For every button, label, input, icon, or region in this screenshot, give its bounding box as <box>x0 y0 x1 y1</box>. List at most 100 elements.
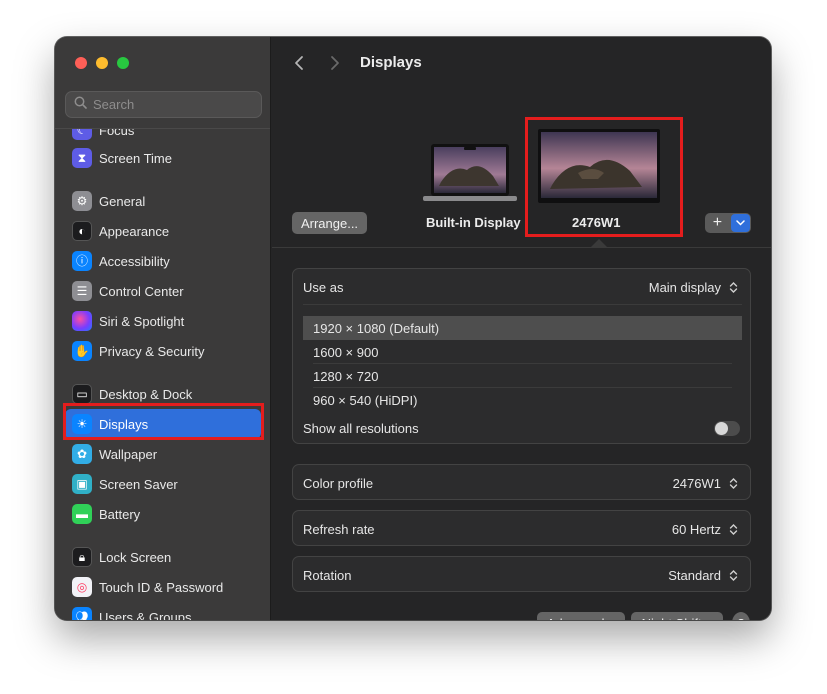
flower-icon: ✿ <box>72 444 92 464</box>
rotation-value: Standard <box>668 567 721 583</box>
main-pane: Displays Built-in Display 2476W1 Arrange… <box>272 37 771 620</box>
search-field[interactable] <box>65 91 262 118</box>
add-display-button[interactable]: + <box>705 213 751 233</box>
updown-chevron-icon <box>727 475 740 492</box>
show-all-resolutions-toggle[interactable] <box>714 420 740 436</box>
refresh-rate-label: Refresh rate <box>303 521 375 537</box>
divider <box>303 304 742 305</box>
sidebar-item-lock-screen[interactable]: 🔒︎ Lock Screen <box>65 542 261 572</box>
sidebar-item-appearance[interactable]: ◐ Appearance <box>65 216 261 246</box>
refresh-rate-value: 60 Hertz <box>671 521 721 537</box>
rotation-label: Rotation <box>303 567 352 583</box>
battery-icon: ▬ <box>72 504 92 524</box>
use-as-label: Use as <box>303 279 344 295</box>
rotation-popup[interactable]: Standard <box>668 567 740 584</box>
search-input[interactable] <box>93 97 253 112</box>
sidebar-item-desktop-dock[interactable]: ▭ Desktop & Dock <box>65 379 261 409</box>
updown-chevron-icon <box>727 521 740 538</box>
updown-chevron-icon <box>727 279 740 296</box>
sidebar-item-label: Privacy & Security <box>99 343 205 359</box>
sidebar-item-users-groups[interactable]: 👥︎ Users & Groups <box>65 602 261 620</box>
sidebar-item-label: Screen Saver <box>99 476 178 492</box>
resolution-option[interactable]: 960 × 540 (HiDPI) <box>303 388 742 412</box>
sidebar-item-label: Siri & Spotlight <box>99 313 185 329</box>
updown-chevron-icon <box>727 567 740 584</box>
sidebar-item-touch-id[interactable]: ◎ Touch ID & Password <box>65 572 261 602</box>
close-button[interactable] <box>75 57 87 69</box>
hand-icon: ✋ <box>72 341 92 361</box>
toggles-icon: ☰ <box>72 281 92 301</box>
built-in-display-thumbnail[interactable] <box>423 142 517 204</box>
minimize-button[interactable] <box>96 57 108 69</box>
sidebar-item-privacy-security[interactable]: ✋ Privacy & Security <box>65 336 261 366</box>
hourglass-icon: ⧗ <box>72 148 92 168</box>
external-display-thumbnail[interactable] <box>538 129 660 203</box>
sidebar-item-screen-time[interactable]: ⧗ Screen Time <box>65 143 261 173</box>
use-as-popup[interactable]: Main display <box>649 279 740 296</box>
zoom-button[interactable] <box>117 57 129 69</box>
sun-icon: ☀ <box>72 414 92 434</box>
sidebar: ☾ Focus ⧗ Screen Time ⚙ General ◐ Appear… <box>55 37 271 620</box>
resolution-option-selected[interactable]: 1920 × 1080 (Default) <box>303 316 742 340</box>
rotation-group: Rotation Standard <box>292 556 751 592</box>
built-in-display-label[interactable]: Built-in Display <box>426 215 521 230</box>
selection-caret <box>591 239 607 247</box>
chevron-left-icon <box>295 56 303 70</box>
resolution-option[interactable]: 1280 × 720 <box>303 364 742 388</box>
screensaver-icon: ▣ <box>72 474 92 494</box>
plus-icon: + <box>712 214 723 231</box>
chevron-right-icon <box>331 56 339 70</box>
window-controls <box>75 57 129 69</box>
show-all-resolutions-label: Show all resolutions <box>303 420 419 436</box>
sidebar-item-wallpaper[interactable]: ✿ Wallpaper <box>65 439 261 469</box>
color-profile-label: Color profile <box>303 475 374 491</box>
gear-icon: ⚙ <box>72 191 92 211</box>
sidebar-item-label: Appearance <box>99 223 170 239</box>
resolution-option[interactable]: 1600 × 900 <box>303 340 742 364</box>
refresh-rate-row: Refresh rate 60 Hertz <box>293 511 750 547</box>
sidebar-item-screen-saver[interactable]: ▣ Screen Saver <box>65 469 261 499</box>
sidebar-item-label: Screen Time <box>99 150 172 166</box>
use-as-value: Main display <box>648 279 721 295</box>
back-button[interactable] <box>288 51 310 75</box>
sidebar-item-label: Users & Groups <box>99 609 192 621</box>
use-as-group: Use as Main display 1920 × 1080 (Default… <box>292 268 751 444</box>
sidebar-item-label: Focus <box>99 128 135 138</box>
show-all-resolutions-row: Show all resolutions <box>293 410 750 446</box>
night-shift-button[interactable]: Night Shift... <box>631 612 723 620</box>
sidebar-item-label: Accessibility <box>99 253 170 269</box>
color-profile-popup[interactable]: 2476W1 <box>673 475 740 492</box>
advanced-button[interactable]: Advanced... <box>537 612 625 620</box>
arrange-button[interactable]: Arrange... <box>292 212 367 234</box>
divider <box>272 247 771 248</box>
users-icon: 👥︎ <box>72 607 92 620</box>
refresh-rate-group: Refresh rate 60 Hertz <box>292 510 751 546</box>
refresh-rate-popup[interactable]: 60 Hertz <box>672 521 740 538</box>
sidebar-item-control-center[interactable]: ☰ Control Center <box>65 276 261 306</box>
use-as-row: Use as Main display <box>293 269 750 305</box>
sidebar-item-displays[interactable]: ☀ Displays <box>65 409 261 439</box>
sidebar-item-label: Battery <box>99 506 141 522</box>
siri-icon <box>72 311 92 331</box>
sidebar-item-siri-spotlight[interactable]: Siri & Spotlight <box>65 306 261 336</box>
sidebar-item-accessibility[interactable]: ⓘ Accessibility <box>65 246 261 276</box>
page-title: Displays <box>360 54 422 71</box>
sidebar-item-label: Touch ID & Password <box>99 579 224 595</box>
sidebar-list[interactable]: ☾ Focus ⧗ Screen Time ⚙ General ◐ Appear… <box>55 128 270 620</box>
sidebar-item-label: General <box>99 193 146 209</box>
chevron-down-icon[interactable] <box>730 214 750 232</box>
forward-button[interactable] <box>324 51 346 75</box>
help-button[interactable]: ? <box>732 612 750 620</box>
sidebar-item-label: Desktop & Dock <box>99 386 193 402</box>
color-profile-row: Color profile 2476W1 <box>293 465 750 501</box>
sidebar-item-label: Wallpaper <box>99 446 158 462</box>
rotation-row: Rotation Standard <box>293 557 750 593</box>
sidebar-item-battery[interactable]: ▬ Battery <box>65 499 261 529</box>
search-icon <box>74 96 87 114</box>
external-display-label[interactable]: 2476W1 <box>572 215 620 230</box>
accessibility-icon: ⓘ <box>72 251 92 271</box>
lock-icon: 🔒︎ <box>72 547 92 567</box>
sidebar-item-label: Lock Screen <box>99 549 172 565</box>
appearance-icon: ◐ <box>72 221 92 241</box>
sidebar-item-general[interactable]: ⚙ General <box>65 186 261 216</box>
